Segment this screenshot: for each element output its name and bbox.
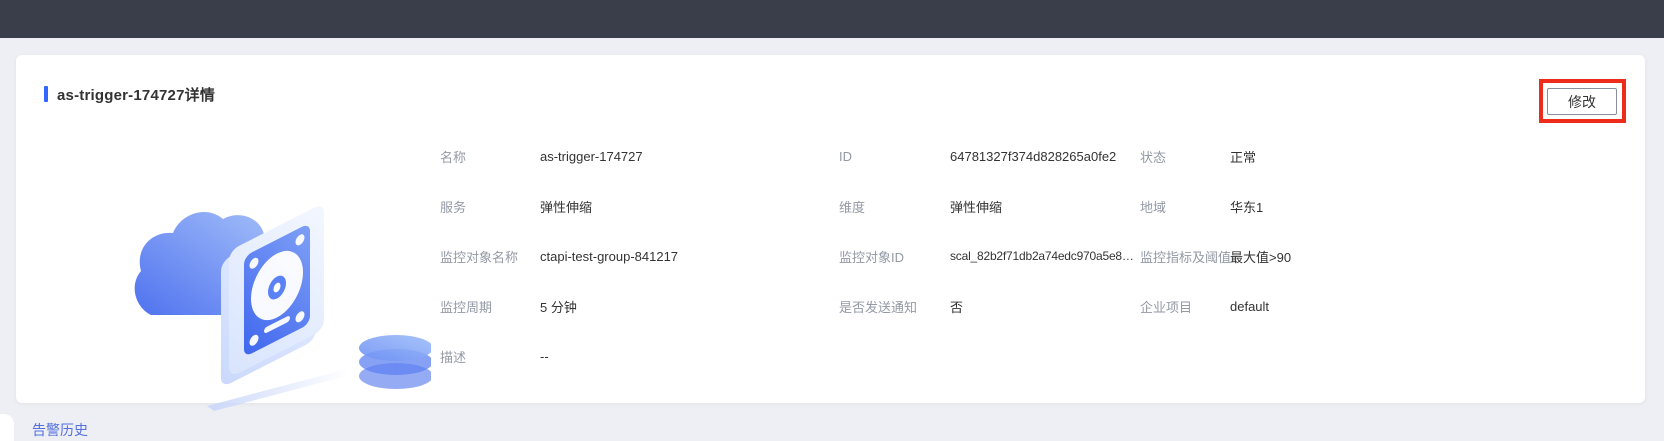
card-title-row: as-trigger-174727详情: [44, 84, 215, 104]
detail-label: 企业项目: [1140, 299, 1193, 315]
detail-label: 是否发送通知: [839, 299, 918, 315]
page-title: as-trigger-174727详情: [57, 86, 216, 104]
detail-label: 地域: [1140, 199, 1167, 215]
detail-value: 5 分钟: [540, 299, 577, 315]
detail-label: 状态: [1140, 149, 1167, 165]
detail-value: 华东1: [1230, 199, 1264, 215]
detail-label: ID: [839, 148, 852, 164]
detail-value-truncated-id: scal_82b2f71db2a74edc970a5e859d417317_..…: [950, 249, 1138, 263]
detail-label: 服务: [440, 199, 467, 215]
detail-label: 名称: [440, 149, 467, 165]
detail-value: 弹性伸缩: [540, 199, 593, 215]
panel-corner: [0, 414, 14, 441]
top-navigation-bar: [0, 0, 1664, 38]
detail-label: 监控对象名称: [440, 249, 519, 265]
detail-value: 弹性伸缩: [950, 199, 1003, 215]
detail-value: 否: [950, 299, 964, 315]
detail-label: 描述: [440, 349, 467, 365]
detail-value: 64781327f374d828265a0fe2: [950, 148, 1117, 164]
alarm-history-link[interactable]: 告警历史: [32, 420, 88, 440]
detail-value: 正常: [1230, 149, 1257, 165]
detail-value: default: [1230, 298, 1270, 314]
detail-label: 监控指标及阈值: [1140, 249, 1232, 265]
detail-label: 监控对象ID: [839, 249, 905, 265]
detail-value: ctapi-test-group-841217: [540, 248, 679, 264]
detail-value: 最大值>90: [1230, 249, 1292, 265]
cloud-disk-illustration: [134, 206, 431, 411]
detail-value: --: [540, 348, 549, 364]
detail-label: 监控周期: [440, 299, 493, 315]
modify-button[interactable]: 修改: [1547, 88, 1617, 115]
detail-grid: 名称 as-trigger-174727 ID 64781327f374d828…: [440, 131, 1444, 381]
detail-label: 维度: [839, 199, 866, 215]
coins-icon: [359, 335, 431, 389]
title-accent-bar: [44, 86, 48, 102]
detail-value: as-trigger-174727: [540, 148, 643, 164]
